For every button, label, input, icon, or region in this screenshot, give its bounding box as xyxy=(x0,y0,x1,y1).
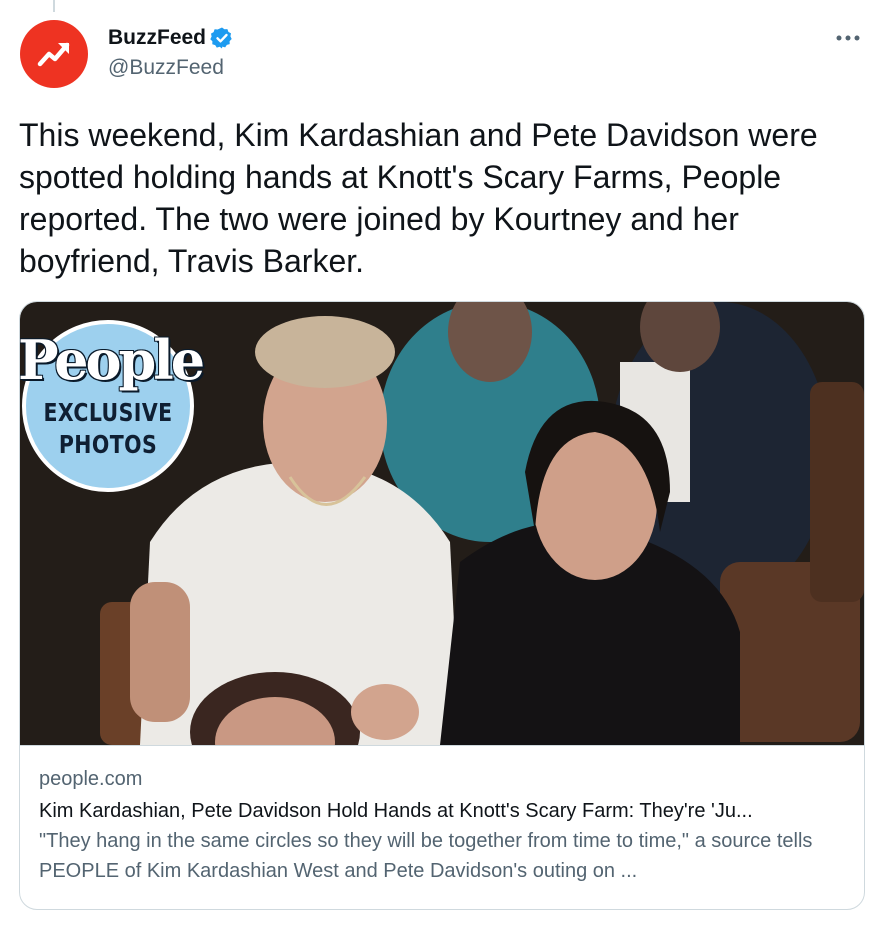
exclusive-photos-badge: People EXCLUSIVE PHOTOS xyxy=(20,320,205,492)
tweet-text: This weekend, Kim Kardashian and Pete Da… xyxy=(19,117,818,279)
tweet-author: BuzzFeed @BuzzFeed xyxy=(108,24,234,80)
trending-arrow-icon xyxy=(37,42,70,67)
card-title: Kim Kardashian, Pete Davidson Hold Hands… xyxy=(39,800,753,822)
author-handle[interactable]: @BuzzFeed xyxy=(108,56,234,80)
card-description: "They hang in the same circles so they w… xyxy=(39,830,813,882)
badge-brand-logo: People xyxy=(20,328,205,392)
thread-connector-line xyxy=(53,0,55,12)
card-photo[interactable]: People EXCLUSIVE PHOTOS xyxy=(20,302,864,746)
card-body: people.com Kim Kardashian, Pete Davidson… xyxy=(20,746,864,886)
author-display-name[interactable]: BuzzFeed xyxy=(108,26,206,50)
badge-line-exclusive: EXCLUSIVE xyxy=(43,398,173,427)
verified-badge-icon xyxy=(210,27,232,49)
avatar[interactable] xyxy=(20,20,88,88)
card-domain: people.com xyxy=(39,768,143,790)
more-options-button[interactable] xyxy=(834,28,862,48)
more-dots-icon xyxy=(836,35,860,41)
badge-line-photos: PHOTOS xyxy=(58,430,158,459)
link-preview-card[interactable]: People EXCLUSIVE PHOTOS people.com Kim K… xyxy=(19,301,865,910)
